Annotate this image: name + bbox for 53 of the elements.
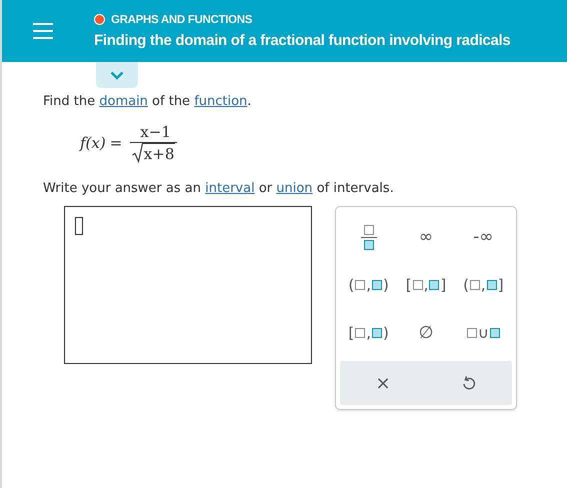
formula-text: x−1 bbox=[130, 123, 177, 143]
link[interactable]: interval bbox=[205, 181, 255, 196]
union-button[interactable]: ∪ bbox=[454, 313, 512, 353]
symbol-button[interactable]: -∞ bbox=[454, 217, 512, 257]
key-symbol: ( bbox=[463, 276, 469, 294]
key-symbol: ( bbox=[348, 276, 354, 294]
input-slot-icon bbox=[490, 328, 500, 338]
link[interactable]: union bbox=[276, 181, 313, 196]
text-cursor bbox=[75, 217, 83, 235]
input-slot-icon bbox=[429, 280, 440, 290]
key-symbol: , bbox=[366, 276, 372, 294]
lesson-title: Finding the domain of a fractional function involving radicals bbox=[94, 32, 510, 48]
key-symbol: [ bbox=[406, 276, 412, 294]
link[interactable]: function bbox=[194, 94, 248, 109]
key-symbol: ) bbox=[383, 324, 389, 342]
symbol-button[interactable]: ∅ bbox=[397, 313, 455, 353]
status-dot bbox=[94, 14, 105, 25]
formula-text: f(x) bbox=[80, 134, 106, 152]
key-symbol: ∪ bbox=[478, 324, 489, 342]
undo-icon bbox=[462, 376, 476, 390]
key-symbol: [ bbox=[348, 324, 354, 342]
input-slot-icon bbox=[372, 280, 382, 290]
key-symbol: , bbox=[424, 276, 428, 294]
formula-text: = bbox=[110, 134, 122, 152]
input-slot-icon bbox=[470, 280, 480, 290]
interval-button[interactable]: ( , ] bbox=[454, 265, 512, 305]
key-symbol: , bbox=[480, 276, 486, 294]
fraction-icon bbox=[360, 224, 377, 250]
menu-icon bbox=[33, 23, 53, 39]
answer-field[interactable] bbox=[64, 206, 312, 364]
input-slot-icon bbox=[466, 328, 477, 338]
instruction-text: Find the domain of the function. bbox=[43, 94, 252, 109]
input-slot-icon bbox=[355, 280, 366, 290]
category-label: GRAPHS AND FUNCTIONS bbox=[111, 14, 252, 26]
input-slot-icon bbox=[372, 328, 382, 338]
key-symbol: ] bbox=[440, 276, 446, 294]
key-symbol: , bbox=[366, 324, 372, 342]
interval-button[interactable]: ( , ) bbox=[340, 265, 398, 305]
expand-button[interactable] bbox=[96, 62, 138, 88]
link[interactable]: domain bbox=[99, 94, 148, 109]
chevron-down-icon bbox=[110, 70, 124, 80]
clear-button[interactable]: × bbox=[340, 361, 426, 405]
symbol-button[interactable]: ∞ bbox=[397, 217, 455, 257]
key-symbol: ] bbox=[498, 276, 504, 294]
formula-text: x+8 bbox=[142, 143, 176, 163]
key-symbol: ) bbox=[383, 276, 389, 294]
instruction-text: Write your answer as an interval or union of intervals. bbox=[43, 181, 395, 196]
interval-button[interactable]: [ , ) bbox=[340, 313, 398, 353]
input-slot-icon bbox=[412, 280, 423, 290]
input-slot-icon bbox=[355, 328, 366, 338]
interval-button[interactable]: [ , ] bbox=[397, 265, 455, 305]
square-root-icon bbox=[132, 143, 143, 163]
input-slot-icon bbox=[486, 280, 497, 290]
